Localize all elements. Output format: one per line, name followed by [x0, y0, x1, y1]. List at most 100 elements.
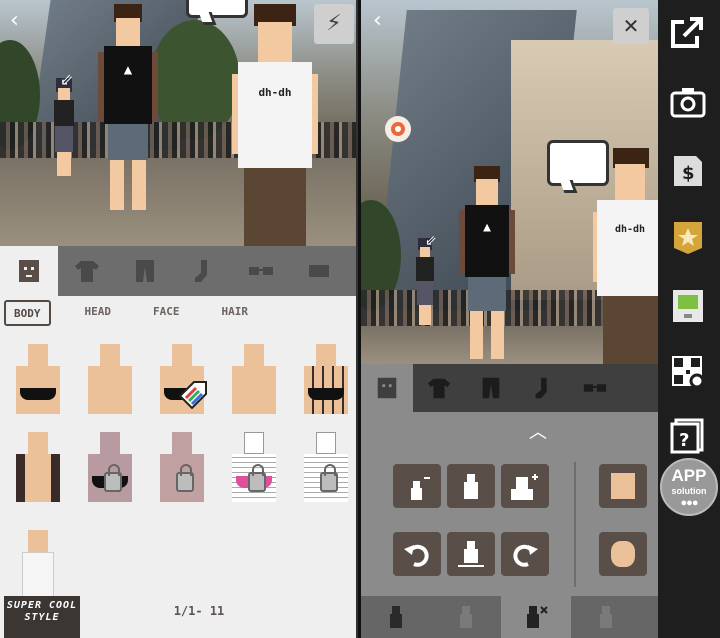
right-screen: ⇙ ▲ dh-dh ‹ ✕ ︿ [361, 0, 658, 638]
star-badge-icon [674, 222, 702, 254]
shirt-icon [427, 378, 451, 399]
help-button[interactable]: ? [668, 416, 708, 456]
white-shirt-character[interactable]: dh-dh [593, 148, 658, 364]
select-arrow-icon: ⇙ [60, 70, 74, 89]
character-slot-4[interactable] [571, 596, 641, 638]
colors-tag-icon [178, 381, 207, 410]
body-item-tattoo[interactable] [6, 426, 70, 508]
reset-size-button[interactable] [447, 464, 495, 508]
face-icon [377, 377, 397, 399]
shirt-logo-text: dh-dh [258, 86, 292, 99]
tab-pants[interactable] [116, 246, 174, 296]
tab-hat[interactable] [290, 246, 348, 296]
panel-divider [574, 462, 576, 587]
dollar-card-icon: $ [674, 156, 702, 186]
figure-baseline-icon [458, 541, 484, 567]
face-icon [611, 541, 635, 567]
black-shirt-character[interactable]: ▲ [96, 4, 160, 214]
figure-icon [464, 474, 478, 499]
sun-sticker-icon[interactable] [383, 114, 413, 144]
rotate-left-button[interactable] [393, 532, 441, 576]
chevron-up-icon[interactable]: ︿ [529, 418, 547, 444]
body-subtabs: BODY HEAD FACE HAIR [4, 300, 256, 326]
app-sidebar: $ ? APP solution ●●● [658, 0, 720, 638]
body-item-zombie-bra[interactable] [78, 426, 142, 508]
subtab-body[interactable]: BODY [4, 300, 51, 326]
body-item-tattoo-bra[interactable] [294, 338, 356, 420]
left-screen: ⇙ ▲ dh-dh ‹ ⚡ BODY HEAD FACE HAIR SUPER … [0, 0, 358, 638]
favorites-button[interactable] [668, 218, 708, 258]
character-slot-3[interactable] [501, 596, 571, 638]
grow-figure-icon [511, 474, 538, 500]
subtab-face[interactable]: FACE [145, 300, 188, 326]
svg-text:$: $ [682, 163, 695, 184]
girl-character[interactable] [413, 238, 437, 328]
help-icon: ? [670, 418, 704, 454]
rotate-right-button[interactable] [501, 532, 549, 576]
body-item-bra[interactable] [6, 338, 70, 420]
store-button[interactable]: $ [668, 150, 708, 190]
subtab-head[interactable]: HEAD [77, 300, 120, 326]
watermark-app-text: APP [671, 466, 707, 485]
back-button[interactable]: ‹ [10, 10, 19, 32]
character-slot-1[interactable] [361, 596, 431, 638]
tab-pants[interactable] [465, 364, 517, 412]
back-button[interactable]: ‹ [373, 10, 382, 32]
lock-icon [248, 464, 266, 492]
pants-icon [136, 260, 154, 282]
gameboy-button[interactable] [668, 286, 708, 326]
layer-face-front-button[interactable] [599, 464, 647, 508]
watermark-dots-icon: ●●● [680, 497, 699, 509]
body-item-skeleton-bra[interactable] [222, 426, 286, 508]
tab-glasses[interactable] [232, 246, 290, 296]
sock-icon [535, 377, 547, 399]
camera-button[interactable] [668, 82, 708, 122]
qr-button[interactable] [668, 352, 708, 392]
shrink-button[interactable] [393, 464, 441, 508]
camera-icon [670, 88, 706, 118]
speech-bubble[interactable] [186, 0, 248, 18]
rotate-left-icon [404, 544, 429, 567]
shirt-logo: ▲ [483, 220, 491, 235]
tab-socks[interactable] [517, 364, 569, 412]
align-bottom-button[interactable] [447, 532, 495, 576]
figure-icon [600, 606, 612, 628]
watermark-solution-text: solution [671, 486, 707, 496]
body-item-tank-top[interactable] [6, 524, 70, 606]
body-item-skeleton[interactable] [294, 426, 356, 508]
layer-face-back-button[interactable] [599, 532, 647, 576]
body-item-zombie[interactable] [150, 426, 214, 508]
tab-shirt[interactable] [413, 364, 465, 412]
glasses-icon [249, 267, 273, 275]
sock-icon [195, 260, 207, 282]
share-button[interactable] [668, 12, 708, 52]
figure-delete-icon [527, 606, 548, 628]
qr-code-icon [672, 356, 705, 389]
body-item-bra-color[interactable] [150, 338, 214, 420]
hat-icon [309, 265, 329, 277]
tab-body[interactable] [361, 364, 413, 412]
body-item-shirtless-2[interactable] [222, 338, 286, 420]
black-shirt-character[interactable]: ▲ [457, 166, 517, 362]
page-indicator: 1/1- 11 [173, 604, 225, 618]
subtab-hair[interactable]: HAIR [214, 300, 257, 326]
close-button[interactable]: ✕ [613, 8, 649, 44]
app-solution-watermark: APP solution ●●● [660, 458, 718, 516]
glasses-icon [583, 384, 607, 392]
tab-body[interactable] [0, 246, 58, 296]
girl-character[interactable] [50, 78, 78, 178]
grow-button[interactable] [501, 464, 549, 508]
tab-socks[interactable] [174, 246, 232, 296]
category-tabbar [361, 364, 658, 412]
white-shirt-character[interactable]: dh-dh [232, 4, 318, 246]
tab-glasses[interactable] [569, 364, 621, 412]
tab-shirt[interactable] [58, 246, 116, 296]
handheld-icon [673, 290, 703, 322]
face-icon [611, 473, 635, 499]
shrink-figure-icon [411, 477, 430, 500]
character-slot-2[interactable] [431, 596, 501, 638]
body-item-shirtless[interactable] [78, 338, 142, 420]
select-arrow-icon: ⇙ [425, 233, 437, 249]
flash-button[interactable]: ⚡ [314, 4, 354, 44]
character-selector [361, 596, 658, 638]
